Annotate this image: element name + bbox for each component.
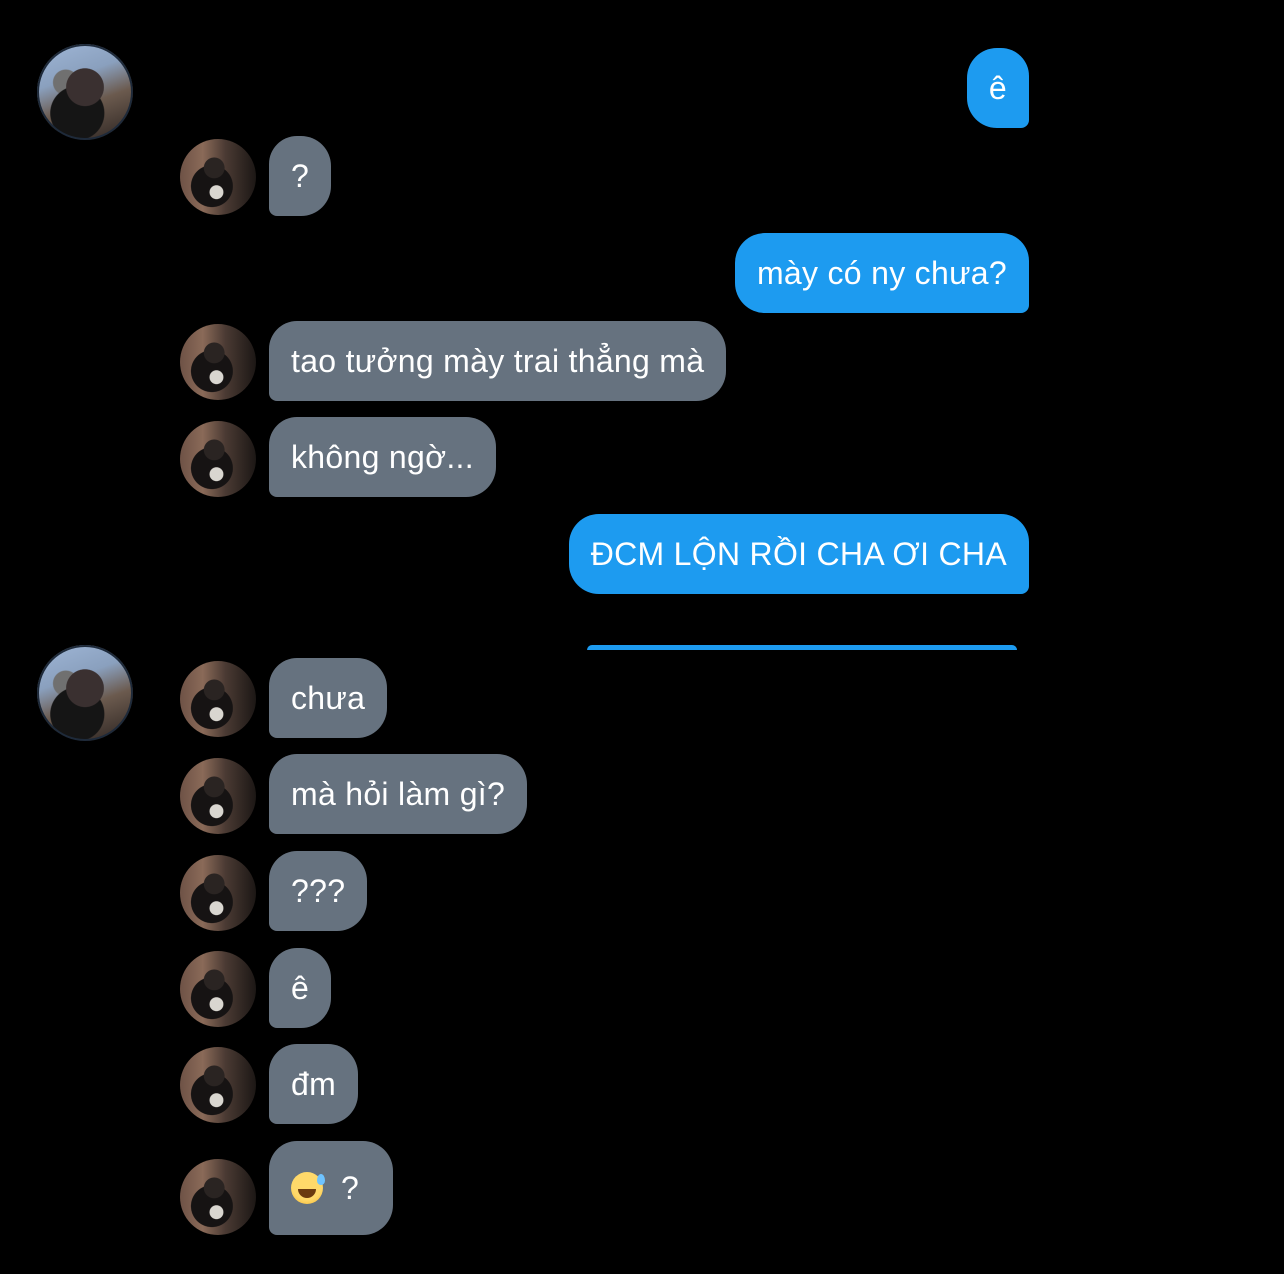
sender-avatar[interactable]	[180, 139, 256, 215]
sender-avatar[interactable]	[180, 951, 256, 1027]
message-text: mà hỏi làm gì?	[291, 775, 506, 812]
message-text: tao tưởng mày trai thẳng mà	[291, 342, 705, 379]
sweat-smile-emoji-icon	[291, 1172, 325, 1204]
message-bubble-incoming[interactable]: không ngờ...	[269, 417, 496, 497]
message-text: mày có ny chưa?	[756, 254, 1007, 291]
message-text: ???	[291, 872, 346, 909]
sender-avatar[interactable]	[180, 855, 256, 931]
message-bubble-incoming[interactable]: chưa	[269, 658, 388, 738]
sender-avatar[interactable]	[180, 661, 256, 737]
sender-avatar[interactable]	[180, 421, 256, 497]
message-bubble-outgoing-partial	[587, 645, 1017, 650]
message-bubble-incoming[interactable]: đm	[269, 1044, 359, 1124]
message-bubble-outgoing[interactable]: ĐCM LỘN RỒI CHA ƠI CHA	[568, 514, 1029, 594]
sender-avatar[interactable]	[180, 758, 256, 834]
message-text: không ngờ...	[291, 438, 474, 475]
message-text: ê	[291, 969, 310, 1006]
message-text: chưa	[291, 679, 366, 716]
sender-avatar[interactable]	[180, 1047, 256, 1123]
profile-avatar[interactable]	[37, 44, 133, 140]
message-bubble-outgoing[interactable]: ê	[966, 48, 1029, 128]
message-bubble-incoming[interactable]: tao tưởng mày trai thẳng mà	[269, 321, 727, 401]
message-text: ĐCM LỘN RỒI CHA ƠI CHA	[590, 535, 1007, 572]
profile-avatar[interactable]	[37, 645, 133, 741]
message-text: ?	[341, 1169, 360, 1206]
message-text: đm	[291, 1065, 337, 1102]
message-bubble-outgoing[interactable]: mày có ny chưa?	[734, 233, 1029, 313]
message-text: ?	[291, 157, 310, 194]
message-bubble-incoming[interactable]: ê	[269, 948, 332, 1028]
message-bubble-incoming[interactable]: ?	[269, 1141, 394, 1235]
message-bubble-incoming[interactable]: ?	[269, 136, 332, 216]
message-text: ê	[988, 69, 1007, 106]
sender-avatar[interactable]	[180, 1159, 256, 1235]
sender-avatar[interactable]	[180, 324, 256, 400]
message-bubble-incoming[interactable]: mà hỏi làm gì?	[269, 754, 528, 834]
message-bubble-incoming[interactable]: ???	[269, 851, 368, 931]
